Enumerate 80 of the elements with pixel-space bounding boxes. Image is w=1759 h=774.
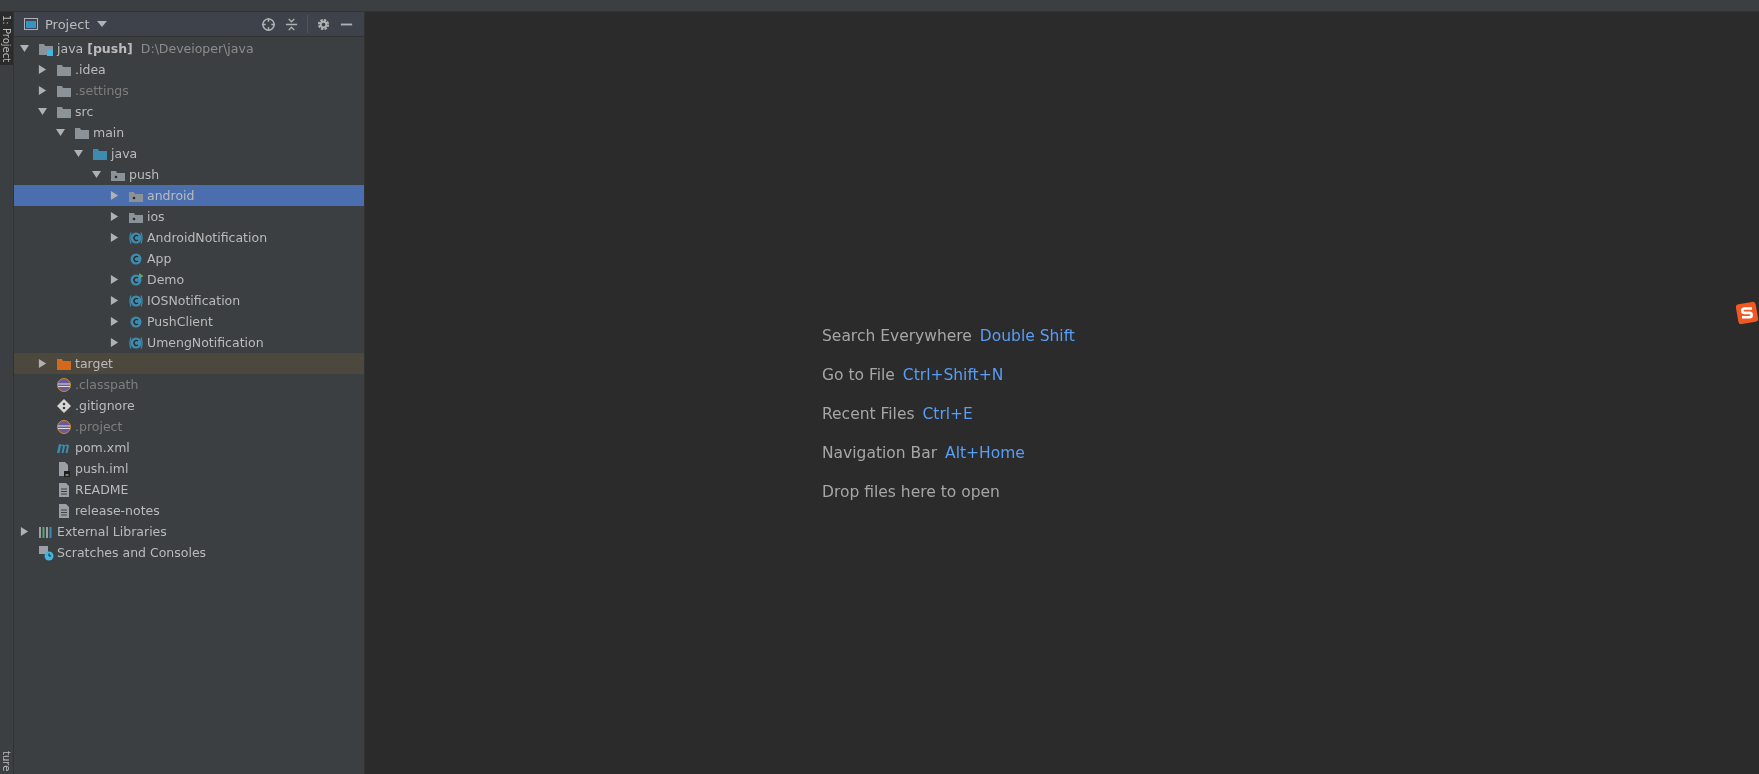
item-label: src xyxy=(75,104,94,119)
item-label: External Libraries xyxy=(57,524,167,539)
expand-arrow-icon[interactable] xyxy=(110,338,119,347)
settings-icon[interactable] xyxy=(316,16,331,32)
expand-arrow-icon[interactable] xyxy=(20,527,29,536)
expand-arrow-icon[interactable] xyxy=(38,86,47,95)
tree-item[interactable]: PushClient xyxy=(14,311,364,332)
expand-arrow-icon[interactable] xyxy=(110,233,119,242)
item-label: App xyxy=(147,251,172,266)
tree-item[interactable]: java [push] D:\Deveioper\java xyxy=(14,38,364,59)
tree-item[interactable]: pom.xml xyxy=(14,437,364,458)
project-icon xyxy=(23,16,39,32)
tree-item[interactable]: App xyxy=(14,248,364,269)
tool-window-tab[interactable]: 1: Project xyxy=(0,12,13,66)
tree-item[interactable]: java xyxy=(14,143,364,164)
input-method-icon[interactable] xyxy=(1735,301,1759,325)
item-label: Demo xyxy=(147,272,185,287)
expand-arrow-icon[interactable] xyxy=(38,107,47,116)
tree-item[interactable]: .gitignore xyxy=(14,395,364,416)
hint-text: Go to File xyxy=(822,366,895,384)
item-label: .project xyxy=(75,419,123,434)
tree-item[interactable]: target xyxy=(14,353,364,374)
tool-window-tab[interactable]: ture xyxy=(0,747,13,774)
locate-icon[interactable] xyxy=(261,16,276,32)
tree-item[interactable]: push xyxy=(14,164,364,185)
caret-icon[interactable] xyxy=(97,21,108,27)
tree-item[interactable]: src xyxy=(14,101,364,122)
shortcut-text: Double Shift xyxy=(979,327,1075,345)
expand-arrow-icon[interactable] xyxy=(74,149,83,158)
tree-item[interactable]: AndroidNotification xyxy=(14,227,364,248)
item-label: .settings xyxy=(75,83,129,98)
item-label: .idea xyxy=(75,62,106,77)
item-path: D:\Deveioper\java xyxy=(140,41,254,56)
hint-text: Drop files here to open xyxy=(822,483,1000,501)
hint-text: Search Everywhere xyxy=(822,327,972,345)
tree-item[interactable]: release-notes xyxy=(14,500,364,521)
expand-arrow-icon[interactable] xyxy=(38,65,47,74)
item-label: java [push] xyxy=(57,41,133,56)
expand-arrow-icon[interactable] xyxy=(92,170,101,179)
hint-text: Recent Files xyxy=(822,405,915,423)
item-label: .gitignore xyxy=(75,398,135,413)
tree-item[interactable]: ios xyxy=(14,206,364,227)
item-label: release-notes xyxy=(75,503,160,518)
shortcut-text: Ctrl+E xyxy=(922,405,973,423)
expand-arrow-icon[interactable] xyxy=(110,317,119,326)
tree-item[interactable]: IOSNotification xyxy=(14,290,364,311)
tree-item[interactable]: Scratches and Consoles xyxy=(14,542,364,563)
expand-arrow-icon[interactable] xyxy=(110,212,119,221)
expand-arrow-icon[interactable] xyxy=(110,275,119,284)
expand-arrow-icon[interactable] xyxy=(56,128,65,137)
item-label: .classpath xyxy=(75,377,139,392)
item-label: push xyxy=(129,167,160,182)
expand-arrow-icon[interactable] xyxy=(20,44,29,53)
tree-item[interactable]: push.iml xyxy=(14,458,364,479)
item-label: pom.xml xyxy=(75,440,130,455)
panel-title[interactable]: Project xyxy=(45,16,90,32)
tree-item[interactable]: UmengNotification xyxy=(14,332,364,353)
item-label: push.iml xyxy=(75,461,129,476)
hint-text: Navigation Bar xyxy=(822,444,938,462)
tree-item[interactable]: Demo xyxy=(14,269,364,290)
item-label: ios xyxy=(147,209,165,224)
tree-item[interactable]: External Libraries xyxy=(14,521,364,542)
item-label: AndroidNotification xyxy=(147,230,268,245)
item-label: README xyxy=(75,482,129,497)
item-label: Scratches and Consoles xyxy=(57,545,207,560)
expand-arrow-icon[interactable] xyxy=(110,296,119,305)
shortcut-text: Ctrl+Shift+N xyxy=(902,366,1004,384)
collapse-all-icon[interactable] xyxy=(284,16,299,32)
shortcut-text: Alt+Home xyxy=(945,444,1025,462)
item-label: UmengNotification xyxy=(147,335,264,350)
item-label: android xyxy=(147,188,195,203)
item-label: target xyxy=(75,356,113,371)
item-label: PushClient xyxy=(147,314,213,329)
item-label: main xyxy=(93,125,125,140)
tree-item[interactable]: .idea xyxy=(14,59,364,80)
item-label: IOSNotification xyxy=(147,293,241,308)
tree-item[interactable]: README xyxy=(14,479,364,500)
item-label: java xyxy=(111,146,138,161)
tree-item[interactable]: main xyxy=(14,122,364,143)
expand-arrow-icon[interactable] xyxy=(38,359,47,368)
